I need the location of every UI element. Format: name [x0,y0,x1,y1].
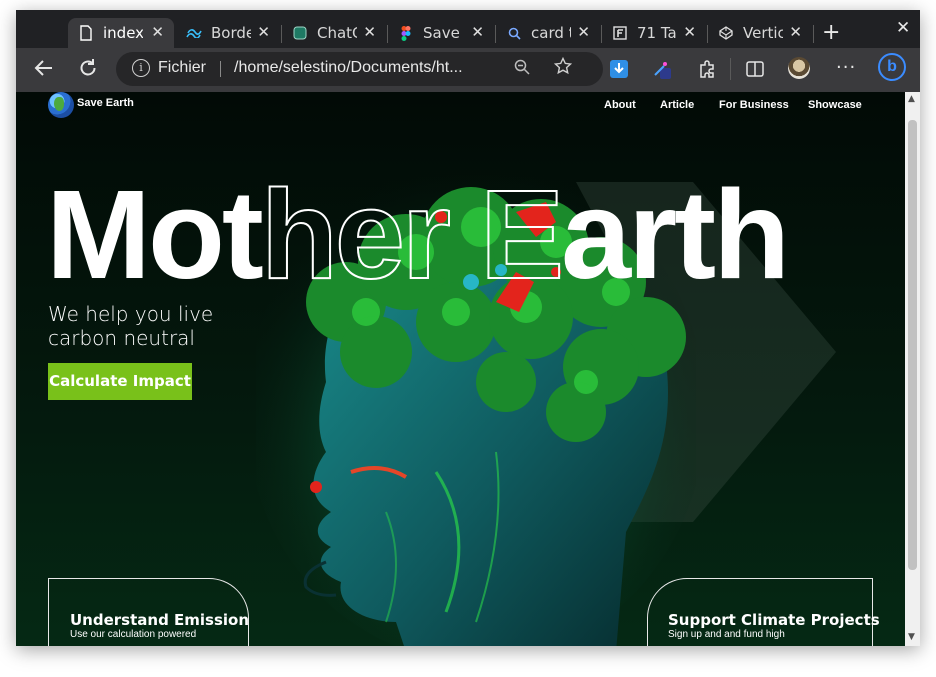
card-subtitle: Use our calculation powered [70,629,197,640]
tab-label: 71 Tail [637,24,677,42]
page-viewport: Save Earth About Article For Business Sh… [16,92,905,646]
scrollbar-thumb[interactable] [908,120,917,570]
download-extension-icon[interactable] [610,60,628,78]
tab-label: Vertic [743,24,783,42]
close-icon[interactable]: ✕ [683,23,696,41]
address-url[interactable]: /home/selestino/Documents/ht... [234,59,463,77]
tab-figma[interactable]: Save E ✕ [388,18,494,48]
hero-title-outline: her [260,164,480,305]
nav-for-business[interactable]: For Business [719,99,789,111]
nav-article[interactable]: Article [660,99,694,111]
card-subtitle: Sign up and and fund high [668,629,785,640]
tab-label: card tc [531,24,571,42]
close-icon[interactable]: ✕ [577,23,590,41]
card-support-climate-projects[interactable]: Support Climate Projects Sign up and and… [647,578,880,646]
favorite-star-icon[interactable] [553,56,573,80]
tab-label: ChatG [317,24,357,42]
close-icon[interactable]: ✕ [363,23,376,41]
card-understand-emission[interactable]: Understand Emission Use our calculation … [48,578,249,646]
tab-label: index. [103,24,143,42]
search-icon [506,25,522,41]
globe-logo-icon[interactable] [48,92,74,118]
card-title: Support Climate Projects [668,611,880,629]
f-icon [612,25,628,41]
tab-chatgpt[interactable]: ChatG ✕ [282,18,386,48]
address-divider [220,61,221,77]
tailwind-icon [186,25,202,41]
hero-title-outline: E [479,164,565,305]
profile-avatar[interactable] [788,57,810,79]
back-button[interactable] [34,59,54,81]
close-icon[interactable]: ✕ [257,23,270,41]
card-title: Understand Emission [70,611,250,629]
tab-divider [813,25,814,43]
more-menu-icon[interactable]: ··· [836,58,856,78]
tab-search[interactable]: card tc ✕ [496,18,600,48]
hero-title-solid: Mot [46,164,264,305]
tab-label: Border [211,24,251,42]
brand-name[interactable]: Save Earth [77,97,134,109]
hero-title-solid: arth [561,164,790,305]
close-icon[interactable]: ✕ [151,23,164,41]
hero-subtitle: We help you live carbon neutral [48,302,213,350]
vertical-scrollbar[interactable]: ▲ ▼ [905,92,920,646]
tab-tailwind-list[interactable]: 71 Tail ✕ [602,18,706,48]
colorpicker-extension-icon[interactable] [653,60,671,79]
reload-button[interactable] [78,58,98,82]
calculate-impact-button[interactable]: Calculate Impact [48,363,192,400]
nav-showcase[interactable]: Showcase [808,99,862,111]
tab-codepen[interactable]: Vertic ✕ [708,18,812,48]
hero-title: Mother Earth [46,169,790,301]
tab-strip: index. ✕ Border ✕ ChatG ✕ Save E ✕ [16,10,920,48]
address-scheme: Fichier [158,59,207,76]
hero-subtitle-line: carbon neutral [48,326,195,350]
hero-subtitle-line: We help you live [48,302,214,326]
nav-about[interactable]: About [604,99,636,111]
browser-window: index. ✕ Border ✕ ChatG ✕ Save E ✕ [16,10,920,646]
browser-toolbar: i Fichier /home/selestino/Documents/ht..… [16,48,920,92]
tab-border[interactable]: Border ✕ [176,18,280,48]
figma-icon [398,25,414,41]
tab-index[interactable]: index. ✕ [68,18,174,48]
chatgpt-icon [292,25,308,41]
tab-label: Save E [423,24,463,42]
close-icon[interactable]: ✕ [471,23,484,41]
split-screen-icon[interactable] [745,59,765,83]
file-icon [78,25,94,41]
info-icon[interactable]: i [132,59,150,77]
close-icon[interactable]: ✕ [789,23,802,41]
extensions-puzzle-icon[interactable] [697,59,717,83]
new-tab-button[interactable]: + [822,20,840,45]
bing-icon[interactable]: b [878,53,906,81]
scroll-down-arrow-icon[interactable]: ▼ [908,632,915,642]
codepen-icon [718,25,734,41]
window-close-button[interactable]: ✕ [896,18,910,38]
address-bar[interactable]: i Fichier /home/selestino/Documents/ht..… [116,52,603,86]
zoom-icon[interactable] [514,59,530,79]
scroll-up-arrow-icon[interactable]: ▲ [908,94,915,104]
toolbar-divider [730,58,731,80]
